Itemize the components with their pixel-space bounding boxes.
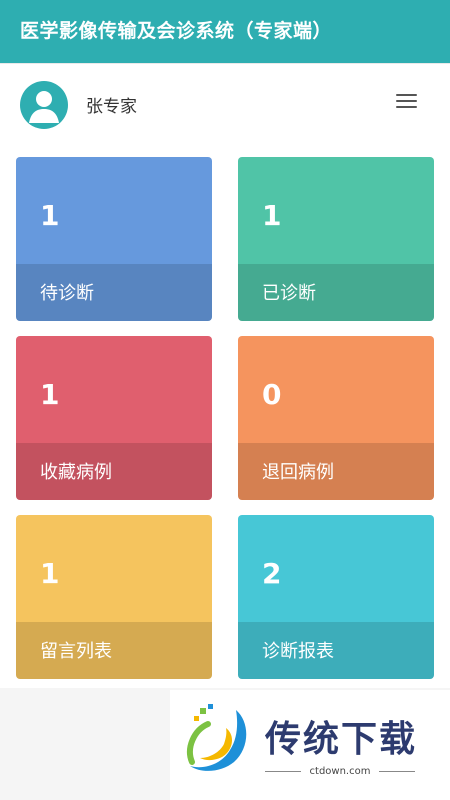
tile-label: 收藏病例	[40, 462, 112, 483]
tile-diagnosis-report[interactable]: 2 诊断报表	[238, 515, 434, 679]
tile-count: 1	[40, 557, 60, 590]
user-bar: 张专家	[0, 63, 450, 143]
tile-message-list[interactable]: 1 留言列表	[16, 515, 212, 679]
tile-pending-diagnosis[interactable]: 1 待诊断	[16, 157, 212, 321]
tile-count: 0	[262, 378, 282, 411]
tile-label: 留言列表	[40, 641, 112, 662]
tile-favorite-cases[interactable]: 1 收藏病例	[16, 336, 212, 500]
tile-diagnosed[interactable]: 1 已诊断	[238, 157, 434, 321]
tile-label: 已诊断	[262, 283, 316, 304]
user-name: 张专家	[86, 97, 137, 117]
user-avatar-icon	[29, 91, 59, 123]
tile-label: 待诊断	[40, 283, 94, 304]
menu-icon[interactable]	[396, 94, 418, 112]
tile-count: 1	[40, 199, 60, 232]
app-title: 医学影像传输及会诊系统（专家端）	[0, 0, 450, 63]
tile-count: 1	[262, 199, 282, 232]
watermark: 传统下载 ctdown.com	[170, 690, 450, 800]
watermark-logo-icon	[187, 704, 247, 771]
watermark-brand: 传统下载	[265, 719, 418, 760]
dashboard-grid: 1 待诊断 1 已诊断 1 收藏病例 0 退回病例 1 留言列表 2 诊断报表	[0, 143, 450, 688]
tile-label: 退回病例	[262, 462, 334, 483]
tile-returned-cases[interactable]: 0 退回病例	[238, 336, 434, 500]
avatar[interactable]	[20, 81, 68, 129]
tile-count: 1	[40, 378, 60, 411]
watermark-domain: ctdown.com	[309, 766, 371, 777]
tile-label: 诊断报表	[262, 641, 334, 662]
tile-count: 2	[262, 557, 282, 590]
